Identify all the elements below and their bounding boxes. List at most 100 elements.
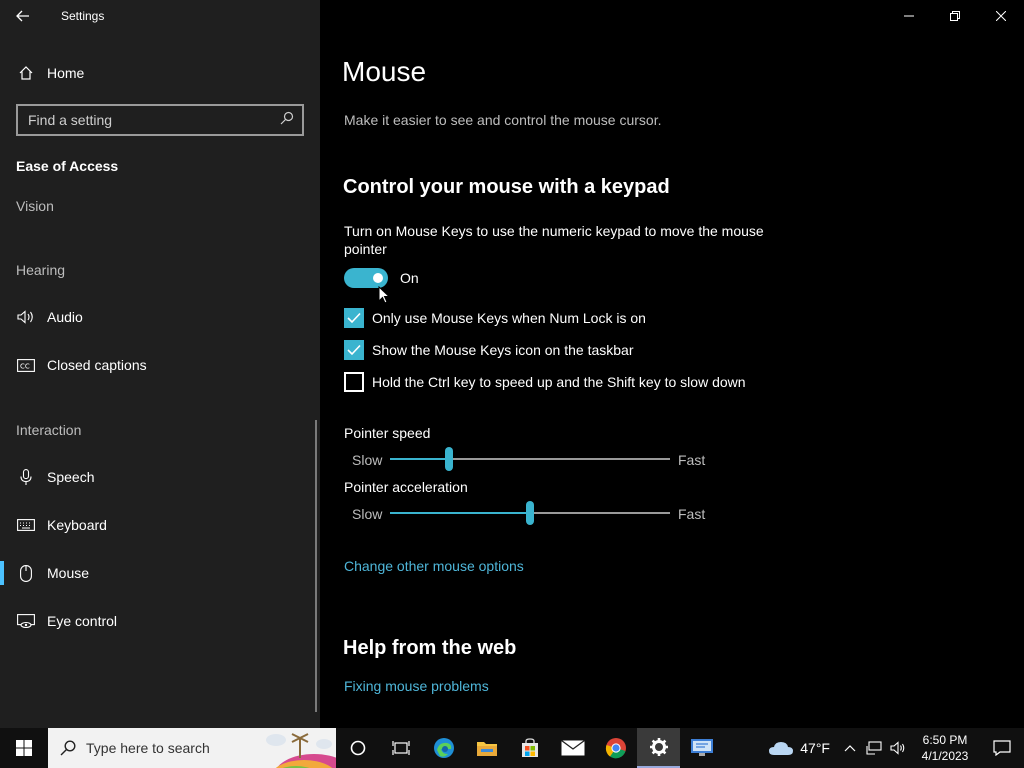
clock-date: 4/1/2023 [921, 749, 969, 763]
file-explorer-button[interactable] [465, 728, 508, 768]
folder-icon [476, 742, 497, 756]
slider-fill [390, 458, 449, 460]
speaker-icon [0, 310, 47, 324]
fixing-mouse-problems-link[interactable]: Fixing mouse problems [344, 678, 489, 694]
checkmark-icon [347, 312, 361, 324]
store-bag-icon [521, 738, 538, 757]
edge-browser-icon [433, 738, 454, 758]
system-tray: 47°F 6:50 PM 4/1/2023 [768, 728, 1024, 768]
num-lock-checkbox-row[interactable]: Only use Mouse Keys when Num Lock is on [344, 308, 646, 328]
sidebar-item-eye-control[interactable]: Eye control [0, 601, 320, 641]
slider-thumb[interactable] [445, 447, 453, 471]
slider-fill [390, 512, 530, 514]
ctrl-shift-checkbox-row[interactable]: Hold the Ctrl key to speed up and the Sh… [344, 372, 746, 392]
search-highlight-art-icon [266, 733, 336, 768]
weather-temperature: 47°F [800, 740, 830, 756]
sidebar-item-label: Mouse [47, 565, 90, 581]
svg-text:CC: CC [20, 362, 30, 370]
notification-icon [993, 740, 1011, 756]
toggle-state-label: On [400, 270, 419, 286]
network-button[interactable] [862, 741, 886, 755]
microphone-icon [0, 468, 47, 486]
weather-widget[interactable]: 47°F [768, 740, 830, 756]
sidebar: Settings Home Ease of Access Vision Hear… [0, 0, 320, 728]
taskbar-icon-checkbox-row[interactable]: Show the Mouse Keys icon on the taskbar [344, 340, 633, 360]
title-bar: Settings [0, 0, 320, 32]
search-icon [60, 740, 76, 756]
eye-control-icon [0, 614, 47, 628]
remote-desktop-icon [690, 739, 713, 756]
other-mouse-options-link[interactable]: Change other mouse options [344, 558, 524, 574]
mail-envelope-icon [560, 740, 585, 756]
find-setting-input[interactable] [28, 112, 280, 128]
pointer-acceleration-min-label: Slow [352, 506, 383, 522]
sidebar-item-mouse[interactable]: Mouse [0, 553, 320, 593]
chrome-button[interactable] [594, 728, 637, 768]
taskbar-icon-checkbox[interactable] [344, 340, 364, 360]
taskbar-clock[interactable]: 6:50 PM 4/1/2023 [910, 732, 980, 764]
page-description: Make it easier to see and control the mo… [344, 112, 662, 128]
back-button[interactable] [0, 0, 46, 32]
action-center-button[interactable] [980, 740, 1024, 756]
section-hearing: Hearing [16, 262, 66, 278]
settings-taskbar-button[interactable] [637, 728, 680, 768]
show-hidden-icons-button[interactable] [838, 744, 862, 752]
sidebar-item-home[interactable]: Home [0, 53, 320, 93]
mouse-keys-description: Turn on Mouse Keys to use the numeric ke… [344, 223, 764, 257]
num-lock-checkbox[interactable] [344, 308, 364, 328]
pointer-speed-label: Pointer speed [344, 425, 431, 441]
page-title: Mouse [342, 56, 427, 87]
chrome-browser-icon [605, 738, 626, 759]
taskbar: 47°F 6:50 PM 4/1/2023 [0, 728, 1024, 768]
keyboard-icon [0, 519, 47, 531]
volume-button[interactable] [886, 741, 910, 755]
cloud-icon [769, 742, 794, 755]
ctrl-shift-checkbox[interactable] [344, 372, 364, 392]
restore-button[interactable] [932, 0, 978, 32]
section-vision: Vision [16, 198, 54, 214]
cc-icon: CC [0, 358, 47, 372]
slider-thumb[interactable] [526, 501, 534, 525]
mail-button[interactable] [551, 728, 594, 768]
pointer-speed-min-label: Slow [352, 452, 383, 468]
sidebar-item-audio[interactable]: Audio [0, 297, 320, 337]
edge-button[interactable] [422, 728, 465, 768]
sidebar-item-closed-captions[interactable]: CC Closed captions [0, 345, 320, 385]
search-icon[interactable] [280, 111, 294, 130]
help-section-title: Help from the web [343, 637, 517, 659]
mouse-cursor-icon [378, 286, 390, 304]
sidebar-item-label: Closed captions [47, 357, 147, 373]
pointer-speed-slider[interactable] [390, 447, 670, 471]
checkmark-icon [347, 344, 361, 356]
taskbar-search-box[interactable] [48, 728, 336, 768]
start-button[interactable] [0, 728, 48, 768]
clock-time: 6:50 PM [922, 733, 968, 747]
window-controls [886, 0, 1024, 32]
task-view-button[interactable] [379, 728, 422, 768]
network-icon [866, 741, 882, 755]
pointer-acceleration-slider[interactable] [390, 501, 670, 525]
mouse-keys-toggle[interactable] [344, 268, 388, 288]
main-content: Mouse Make it easier to see and control … [320, 0, 1024, 728]
pointer-speed-max-label: Fast [678, 452, 706, 468]
checkbox-label: Hold the Ctrl key to speed up and the Sh… [372, 374, 746, 390]
cortana-button[interactable] [336, 728, 379, 768]
volume-icon [890, 741, 905, 755]
sidebar-item-label: Keyboard [47, 517, 107, 533]
section-interaction: Interaction [16, 422, 82, 438]
store-button[interactable] [508, 728, 551, 768]
find-setting-search[interactable] [16, 104, 304, 136]
minimize-button[interactable] [886, 0, 932, 32]
category-heading: Ease of Access [16, 158, 119, 174]
close-button[interactable] [978, 0, 1024, 32]
sidebar-item-keyboard[interactable]: Keyboard [0, 505, 320, 545]
sidebar-item-speech[interactable]: Speech [0, 457, 320, 497]
checkbox-label: Show the Mouse Keys icon on the taskbar [372, 342, 634, 358]
restore-icon [950, 11, 960, 21]
remote-desktop-button[interactable] [680, 728, 723, 768]
taskbar-search-input[interactable] [86, 740, 246, 756]
app-title: Settings [61, 9, 105, 23]
chevron-up-icon [844, 745, 856, 752]
keypad-section-title: Control your mouse with a keypad [343, 176, 670, 198]
sidebar-scrollbar[interactable] [315, 420, 317, 712]
